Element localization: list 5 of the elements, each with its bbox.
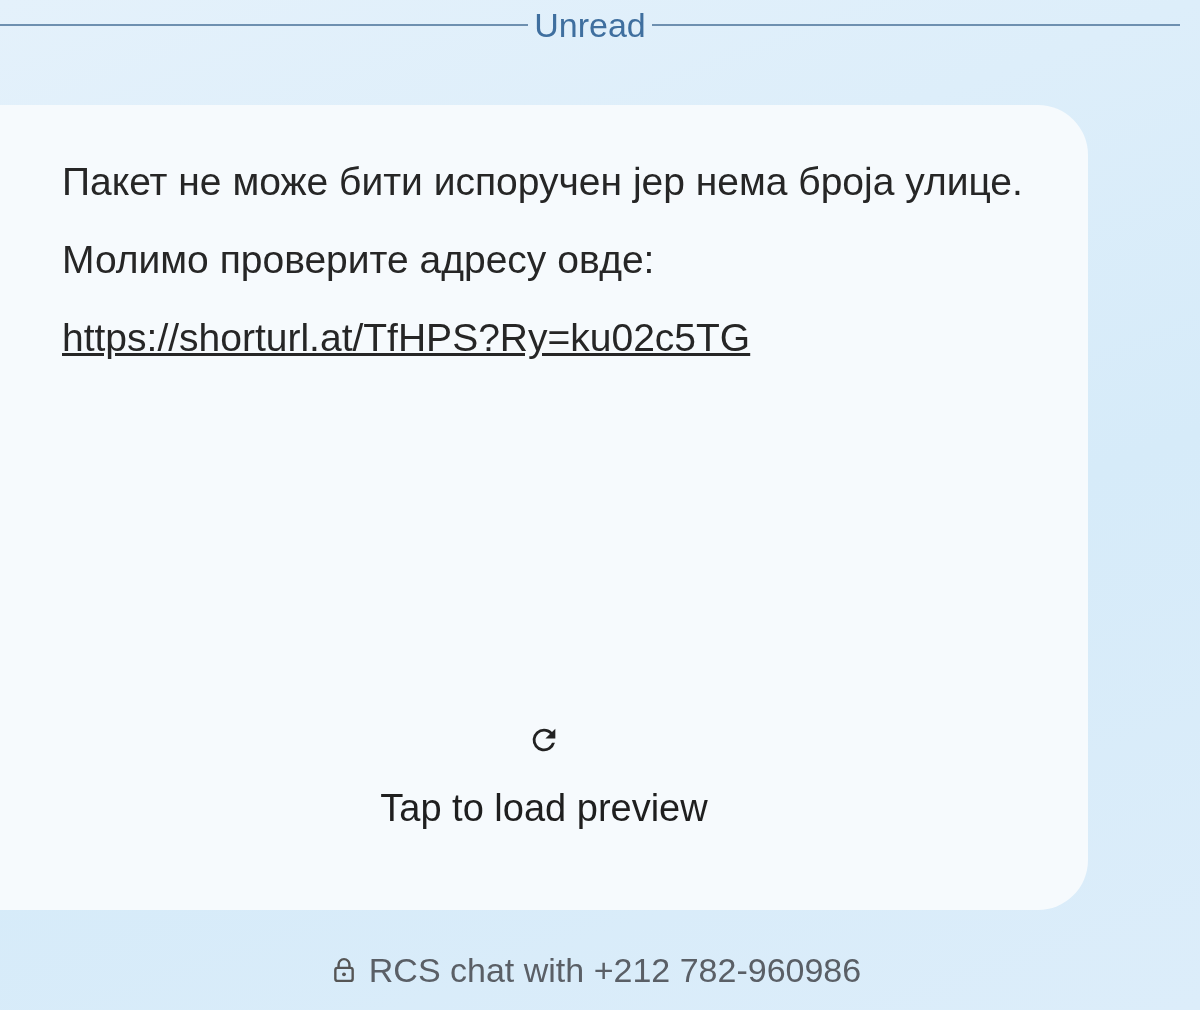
message-text: Пакет не може бити испоручен јер нема броја улице. Молимо проверите адресу овде: https://shorturl.at/TfHPS?Ry=ku02c5TG — [62, 159, 1024, 361]
footer-text: RCS chat with +212 782-960986 — [368, 950, 862, 990]
message-link[interactable]: https://shorturl.at/TfHPS?Ry=ku02c5TG — [62, 316, 751, 359]
load-preview-label[interactable]: Tap to load preview — [380, 787, 708, 830]
unread-label: Unread — [534, 5, 646, 45]
